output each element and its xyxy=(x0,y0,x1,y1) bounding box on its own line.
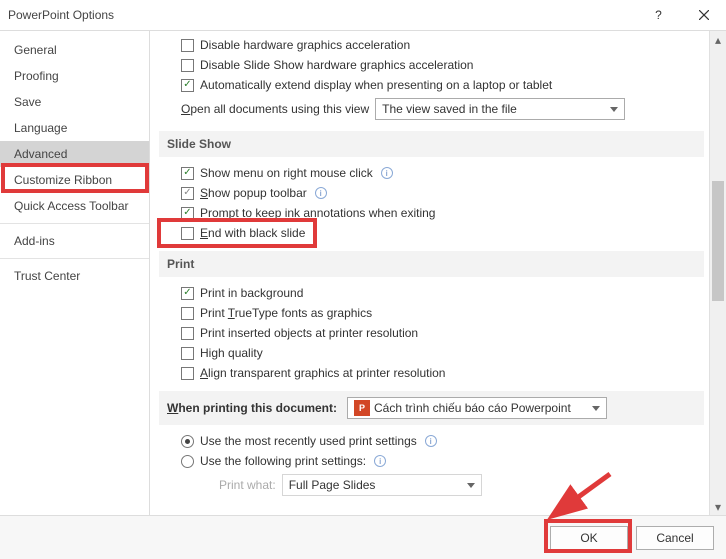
sidebar-item-quick-access[interactable]: Quick Access Toolbar xyxy=(0,193,149,219)
checkbox-print-bg[interactable] xyxy=(181,287,194,300)
label-disable-ss-hw: Disable Slide Show hardware graphics acc… xyxy=(200,58,473,72)
powerpoint-icon: P xyxy=(354,400,370,416)
label-show-popup: Show popup toolbar xyxy=(200,186,307,200)
titlebar: PowerPoint Options ? xyxy=(0,0,726,30)
label-when-printing: When printing this document: xyxy=(167,401,337,415)
label-use-recent: Use the most recently used print setting… xyxy=(200,434,417,448)
button-bar: OK Cancel xyxy=(0,515,726,559)
dropdown-document[interactable]: P Cách trình chiếu báo cáo Powerpoint xyxy=(347,397,607,419)
sidebar: General Proofing Save Language Advanced … xyxy=(0,31,150,515)
checkbox-prompt-ink[interactable] xyxy=(181,207,194,220)
scroll-thumb[interactable] xyxy=(712,181,724,301)
checkbox-show-popup[interactable] xyxy=(181,187,194,200)
dropdown-print-what: Full Page Slides xyxy=(282,474,482,496)
label-use-following: Use the following print settings: xyxy=(200,454,366,468)
info-icon[interactable]: i xyxy=(381,167,393,179)
checkbox-disable-ss-hw[interactable] xyxy=(181,59,194,72)
dropdown-open-view-value: The view saved in the file xyxy=(382,102,517,116)
sidebar-item-general[interactable]: General xyxy=(0,37,149,63)
ok-button[interactable]: OK xyxy=(550,526,628,550)
label-high-quality: High quality xyxy=(200,346,263,360)
sidebar-item-add-ins[interactable]: Add-ins xyxy=(0,228,149,254)
label-print-what: Print what: xyxy=(219,478,276,492)
checkbox-truetype[interactable] xyxy=(181,307,194,320)
checkbox-auto-extend[interactable] xyxy=(181,79,194,92)
help-button[interactable]: ? xyxy=(636,0,681,30)
sidebar-separator xyxy=(0,258,149,259)
scroll-up-icon[interactable]: ▴ xyxy=(710,31,726,48)
cancel-button[interactable]: Cancel xyxy=(636,526,714,550)
label-disable-hw: Disable hardware graphics acceleration xyxy=(200,38,410,52)
info-icon[interactable]: i xyxy=(425,435,437,447)
sidebar-item-language[interactable]: Language xyxy=(0,115,149,141)
checkbox-end-black[interactable] xyxy=(181,227,194,240)
checkbox-align-transparent[interactable] xyxy=(181,367,194,380)
content: General Proofing Save Language Advanced … xyxy=(0,30,726,515)
sidebar-separator xyxy=(0,223,149,224)
sidebar-item-customize-ribbon[interactable]: Customize Ribbon xyxy=(0,167,149,193)
scroll-down-icon[interactable]: ▾ xyxy=(710,498,726,515)
dropdown-print-what-value: Full Page Slides xyxy=(289,478,376,492)
label-prompt-ink: Prompt to keep ink annotations when exit… xyxy=(200,206,435,220)
section-slide-show: Slide Show xyxy=(159,131,704,157)
checkbox-show-menu[interactable] xyxy=(181,167,194,180)
label-align-transparent: Align transparent graphics at printer re… xyxy=(200,366,445,380)
sidebar-item-advanced[interactable]: Advanced xyxy=(0,141,149,167)
radio-use-recent[interactable] xyxy=(181,435,194,448)
close-button[interactable] xyxy=(681,0,726,30)
scrollbar[interactable]: ▴ ▾ xyxy=(709,31,726,515)
label-auto-extend: Automatically extend display when presen… xyxy=(200,78,552,92)
main-panel: ▴ ▾ Disable hardware graphics accelerati… xyxy=(150,31,726,515)
sidebar-item-save[interactable]: Save xyxy=(0,89,149,115)
label-print-bg: Print in background xyxy=(200,286,303,300)
checkbox-high-quality[interactable] xyxy=(181,347,194,360)
section-print: Print xyxy=(159,251,704,277)
sidebar-item-trust-center[interactable]: Trust Center xyxy=(0,263,149,289)
label-show-menu: Show menu on right mouse click xyxy=(200,166,373,180)
section-when-printing: When printing this document: P Cách trìn… xyxy=(159,391,704,425)
checkbox-disable-hw[interactable] xyxy=(181,39,194,52)
window-title: PowerPoint Options xyxy=(8,8,636,22)
radio-use-following[interactable] xyxy=(181,455,194,468)
label-end-black: End with black slide xyxy=(200,226,305,240)
label-open-view: Open all documents using this view xyxy=(181,102,369,116)
sidebar-item-proofing[interactable]: Proofing xyxy=(0,63,149,89)
label-inserted: Print inserted objects at printer resolu… xyxy=(200,326,418,340)
info-icon[interactable]: i xyxy=(315,187,327,199)
info-icon[interactable]: i xyxy=(374,455,386,467)
dropdown-open-view[interactable]: The view saved in the file xyxy=(375,98,625,120)
dropdown-document-value: Cách trình chiếu báo cáo Powerpoint xyxy=(374,401,571,415)
label-truetype: Print TrueType fonts as graphics xyxy=(200,306,372,320)
checkbox-inserted[interactable] xyxy=(181,327,194,340)
